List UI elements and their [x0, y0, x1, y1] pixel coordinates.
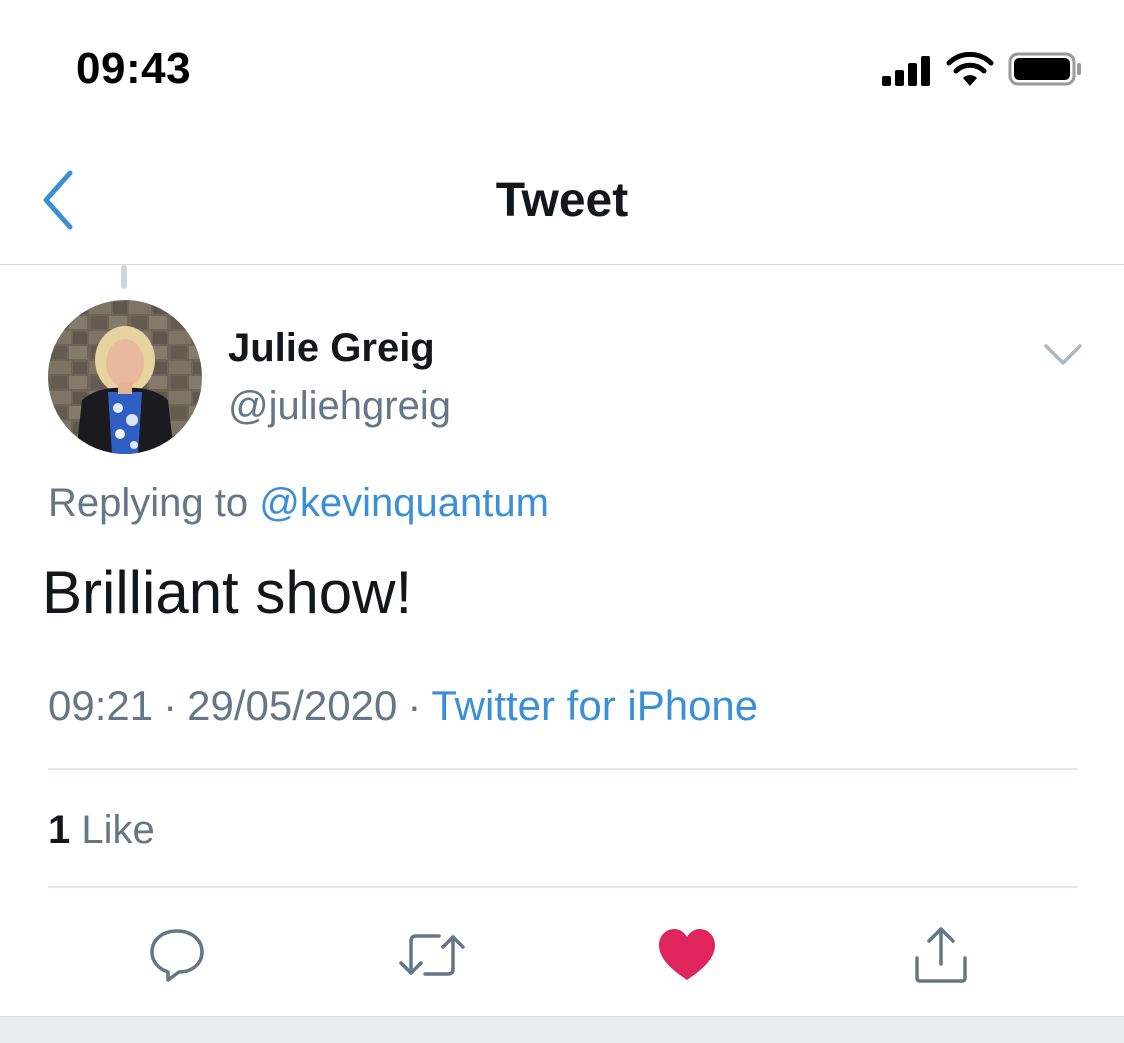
tweet-date: 29/05/2020 [187, 682, 398, 729]
tweet-text: Brilliant show! [42, 559, 413, 626]
signal-icon [882, 56, 930, 86]
reply-icon [150, 929, 204, 982]
tweet-source-link[interactable]: Twitter for iPhone [431, 682, 758, 729]
tweet-meta: 09:21 · 29/05/2020 · Twitter for iPhone [48, 682, 758, 730]
meta-separator: · [407, 682, 422, 729]
wifi-icon [946, 52, 994, 86]
like-button[interactable] [652, 920, 722, 990]
meta-separator: · [163, 682, 178, 729]
likes-summary[interactable]: 1 Like [48, 808, 155, 853]
status-bar: 09:43 [0, 0, 1124, 135]
reply-button[interactable] [142, 920, 212, 990]
share-button[interactable] [906, 920, 976, 990]
divider [48, 768, 1077, 770]
author-name[interactable]: Julie Greig [228, 326, 435, 371]
status-time: 09:43 [76, 44, 192, 93]
likes-count: 1 [48, 808, 71, 852]
replying-to-label: Replying to [48, 481, 249, 525]
nav-bar: Tweet [0, 135, 1124, 265]
replying-to-line: Replying to @kevinquantum [48, 481, 549, 526]
avatar[interactable] [48, 300, 202, 454]
retweet-button[interactable] [397, 920, 467, 990]
divider [48, 886, 1077, 888]
avatar-photo [48, 300, 202, 454]
chevron-down-icon [1044, 344, 1082, 365]
tweet-time: 09:21 [48, 682, 154, 729]
retweet-icon [399, 934, 465, 976]
likes-label: Like [81, 808, 155, 852]
like-icon [659, 929, 715, 980]
battery-icon [1008, 52, 1081, 86]
author-handle[interactable]: @juliehgreig [228, 384, 451, 429]
bottom-separator [0, 1016, 1124, 1043]
share-icon [915, 927, 967, 983]
thread-connector-line [121, 265, 127, 289]
more-options-button[interactable] [1040, 336, 1086, 372]
page-title: Tweet [495, 174, 629, 227]
reply-target-link[interactable]: @kevinquantum [259, 481, 549, 525]
